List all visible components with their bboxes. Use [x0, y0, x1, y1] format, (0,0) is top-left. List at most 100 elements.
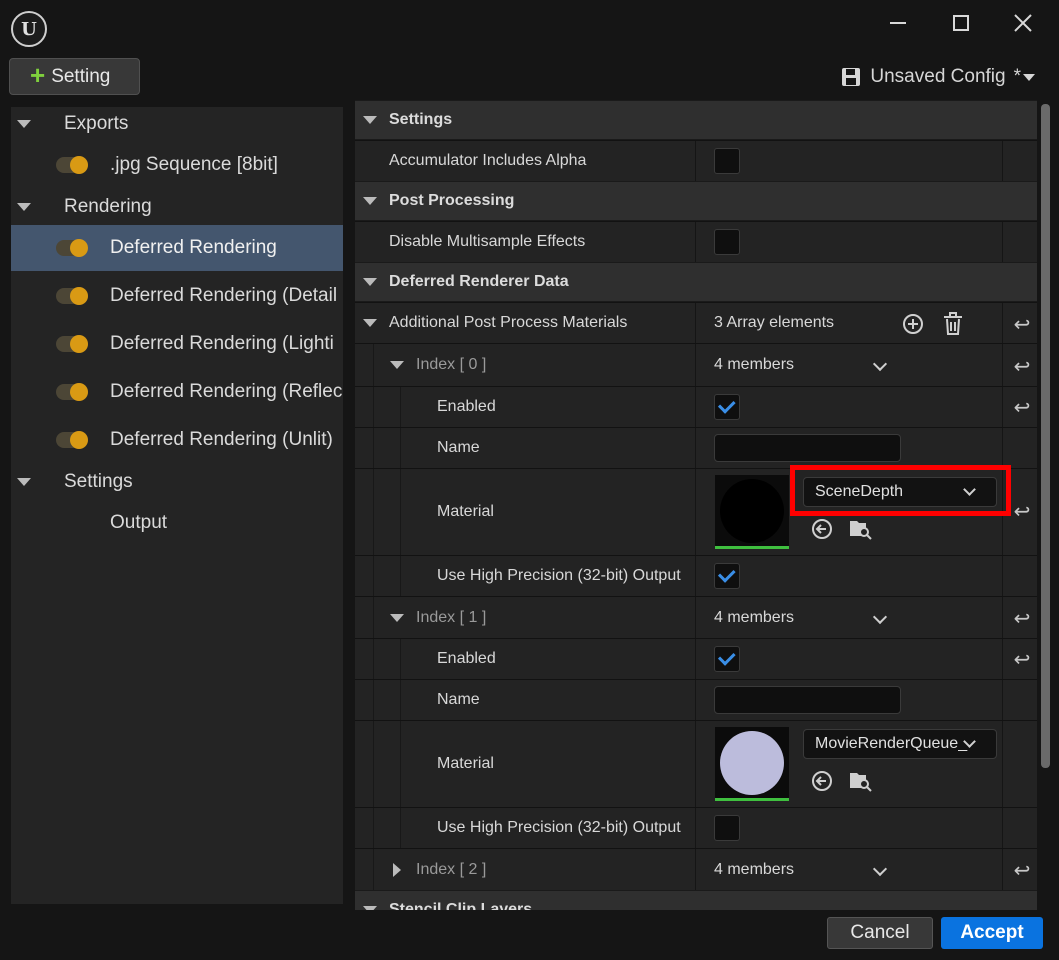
material-picker-combo[interactable]: MovieRenderQueue_ — [803, 729, 997, 759]
high-precision-checkbox[interactable] — [714, 563, 740, 589]
settings-tree: Exports .jpg Sequence [8bit] Rendering D… — [11, 107, 343, 904]
save-icon — [842, 68, 861, 86]
reset-to-default-icon[interactable]: ↩ — [1011, 648, 1033, 671]
tree-group-settings[interactable]: Settings — [11, 459, 343, 505]
chevron-down-icon[interactable] — [872, 356, 888, 372]
close-icon — [1014, 14, 1032, 32]
array-element-index-2: Index [ 2 ] 4 members ↩ — [355, 848, 1037, 890]
collapse-arrow-icon — [363, 278, 377, 286]
minimize-button[interactable] — [883, 8, 913, 38]
tree-group-rendering[interactable]: Rendering — [11, 184, 343, 230]
collapse-arrow-icon — [363, 197, 377, 205]
enable-toggle[interactable] — [56, 239, 88, 257]
tree-item-deferred-rendering[interactable]: Deferred Rendering — [11, 225, 343, 271]
category-settings[interactable]: Settings — [355, 101, 1037, 139]
members-count: 4 members — [714, 608, 795, 626]
enable-toggle[interactable] — [56, 156, 88, 174]
collapse-arrow-icon — [17, 203, 31, 211]
category-label: Settings — [389, 111, 453, 128]
property-label: Enabled — [437, 650, 496, 667]
enable-toggle[interactable] — [56, 431, 88, 449]
enable-toggle[interactable] — [56, 287, 88, 305]
details-scrollbar[interactable] — [1041, 104, 1050, 768]
tree-item-label: Deferred Rendering (Reflec — [110, 381, 343, 402]
tree-group-label: Rendering — [64, 196, 152, 217]
config-dropdown[interactable]: Unsaved Config * — [840, 62, 1035, 92]
chevron-down-icon[interactable] — [872, 609, 888, 624]
array-index-label: Index [ 0 ] — [416, 356, 487, 373]
tree-item-deferred-reflections[interactable]: Deferred Rendering (Reflec — [11, 369, 343, 415]
array-count: 3 Array elements — [714, 314, 835, 331]
expand-toggle[interactable] — [390, 597, 404, 638]
reset-to-default-icon[interactable]: ↩ — [1011, 396, 1033, 419]
config-modified-marker: * — [1013, 66, 1021, 87]
material-thumbnail[interactable] — [715, 727, 789, 801]
material-preview — [720, 478, 784, 543]
tree-item-label: .jpg Sequence [8bit] — [110, 154, 278, 175]
property-label: Material — [437, 755, 494, 772]
browse-asset-icon[interactable] — [848, 768, 872, 792]
property-label: Name — [437, 439, 480, 456]
cancel-button[interactable]: Cancel — [827, 917, 933, 949]
reset-to-default-icon[interactable]: ↩ — [1011, 607, 1033, 630]
members-count: 4 members — [714, 356, 795, 373]
array-element-index-0: Index [ 0 ] 4 members ↩ — [355, 343, 1037, 386]
property-label: Material — [437, 503, 494, 520]
category-deferred-renderer-data[interactable]: Deferred Renderer Data — [355, 263, 1037, 301]
collapse-arrow-icon — [390, 361, 404, 369]
reset-to-default-icon[interactable]: ↩ — [1011, 500, 1033, 523]
tree-group-label: Settings — [64, 471, 133, 492]
expand-toggle[interactable] — [363, 303, 377, 343]
tree-item-label: Deferred Rendering (Lighti — [110, 333, 334, 354]
add-element-icon[interactable] — [902, 313, 924, 335]
tree-item-jpg-sequence[interactable]: .jpg Sequence [8bit] — [11, 142, 343, 188]
tree-item-deferred-unlit[interactable]: Deferred Rendering (Unlit) — [11, 417, 343, 463]
trash-icon[interactable] — [942, 312, 964, 336]
caret-down-icon — [1023, 73, 1035, 81]
category-label: Stencil Clip Layers — [389, 901, 533, 910]
property-row-accumulator-alpha: Accumulator Includes Alpha — [355, 140, 1037, 181]
expand-toggle[interactable] — [393, 849, 401, 890]
use-selected-asset-icon[interactable] — [810, 769, 834, 793]
property-label: Name — [437, 691, 480, 708]
material-thumbnail[interactable] — [715, 475, 789, 549]
name-input[interactable] — [714, 686, 901, 714]
category-post-processing[interactable]: Post Processing — [355, 182, 1037, 220]
enable-toggle[interactable] — [56, 383, 88, 401]
maximize-button[interactable] — [946, 8, 976, 38]
property-label: Additional Post Process Materials — [389, 314, 628, 331]
tree-item-output[interactable]: Output — [11, 500, 343, 546]
minimize-icon — [890, 22, 906, 24]
name-input[interactable] — [714, 434, 901, 462]
collapse-arrow-icon — [363, 319, 377, 327]
property-label: Use High Precision (32-bit) Output — [437, 567, 681, 584]
enabled-checkbox[interactable] — [714, 646, 740, 672]
expand-toggle[interactable] — [390, 344, 404, 386]
tree-item-deferred-detail[interactable]: Deferred Rendering (Detail — [11, 273, 343, 319]
chevron-down-icon[interactable] — [872, 861, 888, 876]
material-preview — [720, 730, 784, 795]
reset-to-default-icon[interactable]: ↩ — [1011, 313, 1033, 336]
disable-msaa-checkbox[interactable] — [714, 229, 740, 255]
reset-to-default-icon[interactable]: ↩ — [1011, 355, 1033, 378]
tree-item-deferred-lighting[interactable]: Deferred Rendering (Lighti — [11, 321, 343, 367]
close-button[interactable] — [1008, 8, 1038, 38]
array-index-label: Index [ 1 ] — [416, 608, 487, 626]
accumulator-alpha-checkbox[interactable] — [714, 148, 740, 174]
collapse-arrow-icon — [390, 613, 404, 622]
tree-group-exports[interactable]: Exports — [11, 107, 343, 147]
add-setting-button[interactable]: + Setting — [9, 58, 140, 95]
high-precision-checkbox[interactable] — [714, 815, 740, 841]
browse-asset-icon[interactable] — [848, 516, 872, 540]
enable-toggle[interactable] — [56, 335, 88, 353]
accept-button[interactable]: Accept — [941, 917, 1043, 949]
property-row-high-precision-0: Use High Precision (32-bit) Output — [355, 555, 1037, 596]
tree-item-label: Output — [110, 512, 168, 533]
use-selected-asset-icon[interactable] — [810, 517, 834, 541]
reset-to-default-icon[interactable]: ↩ — [1011, 859, 1033, 882]
highlight-box — [790, 465, 1011, 516]
category-stencil-clip-layers[interactable]: Stencil Clip Layers — [355, 891, 1037, 910]
tree-item-label: Deferred Rendering (Unlit) — [110, 429, 333, 450]
property-row-enabled-1: Enabled ↩ — [355, 638, 1037, 679]
enabled-checkbox[interactable] — [714, 394, 740, 420]
